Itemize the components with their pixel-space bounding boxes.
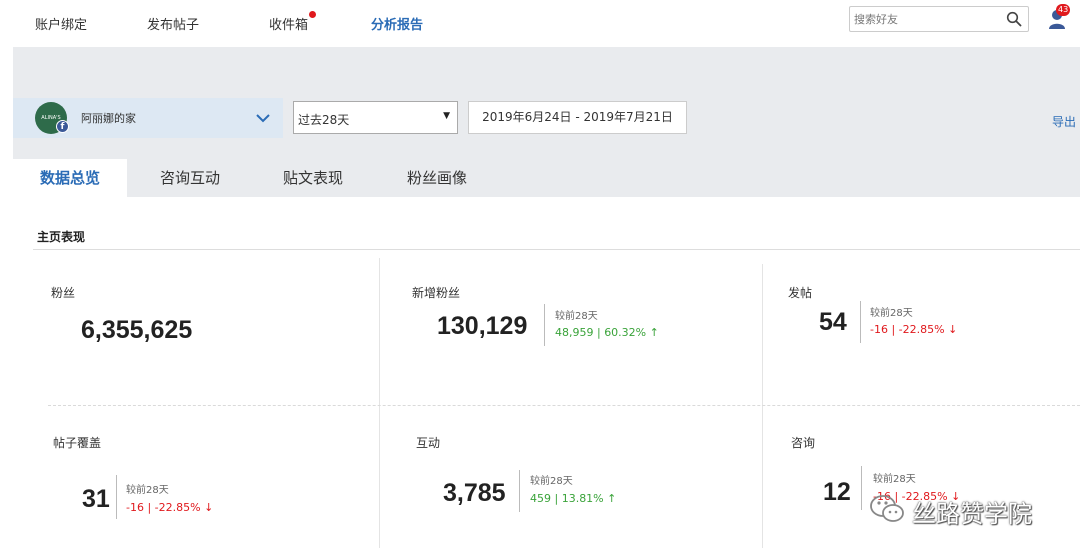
metric-label-fans: 粉丝 [51, 286, 76, 300]
compare-label: 较前28天 [870, 308, 913, 319]
metric-value-reach: 31 [82, 485, 110, 513]
compare-divider [519, 470, 520, 512]
metric-value-fans: 6,355,625 [81, 316, 193, 344]
compare-value-new-fans: 48,959 | 60.32% ↑ [555, 326, 659, 339]
section-title: 主页表现 [37, 230, 86, 244]
compare-divider [861, 466, 862, 510]
tab-post-performance[interactable]: 贴文表现 [263, 159, 363, 197]
compare-value-posts: -16 | -22.85% ↓ [870, 323, 958, 336]
chevron-down-icon[interactable] [255, 110, 271, 126]
compare-label: 较前28天 [126, 485, 169, 496]
period-value: 过去28天 [298, 113, 350, 127]
compare-label: 较前28天 [555, 311, 598, 322]
search-input[interactable] [850, 7, 1000, 31]
metric-label-inquiries: 咨询 [791, 436, 816, 450]
account-selector[interactable]: ALINA'S HOUSE f 阿丽娜的家 [13, 98, 283, 138]
watermark-text: 丝路赞学院 [912, 500, 1032, 528]
section-divider [33, 249, 1080, 250]
dropdown-arrow-icon: ▼ [443, 111, 450, 121]
date-range-picker[interactable]: 2019年6月24日 - 2019年7月21日 [468, 101, 687, 134]
compare-divider [116, 475, 117, 519]
metric-label-engagement: 互动 [416, 436, 441, 450]
tab-data-overview[interactable]: 数据总览 [13, 159, 127, 197]
wechat-icon [870, 495, 904, 522]
grid-divider [762, 264, 763, 548]
compare-divider [860, 301, 861, 343]
metric-value-inquiries: 12 [823, 478, 851, 506]
nav-inbox-label: 收件箱 [269, 18, 309, 33]
compare-divider [544, 304, 545, 346]
facebook-icon: f [56, 120, 69, 133]
search-icon[interactable] [1006, 11, 1022, 27]
account-name: 阿丽娜的家 [81, 112, 136, 125]
nav-analytics-report[interactable]: 分析报告 [371, 14, 423, 33]
period-select[interactable]: 过去28天 ▼ [293, 101, 458, 134]
tab-fan-profile[interactable]: 粉丝画像 [387, 159, 487, 197]
metric-label-reach: 帖子覆盖 [53, 436, 102, 450]
compare-label: 较前28天 [530, 476, 573, 487]
nav-publish-post[interactable]: 发布帖子 [147, 14, 199, 33]
export-link[interactable]: 导出 [1052, 113, 1076, 130]
notification-badge: 43 [1056, 4, 1071, 16]
metric-value-new-fans: 130,129 [437, 312, 528, 340]
nav-account-binding[interactable]: 账户绑定 [35, 14, 87, 33]
friend-search [849, 6, 1029, 32]
tab-inquiry-interaction[interactable]: 咨询互动 [140, 159, 240, 197]
unread-dot [309, 11, 317, 18]
grid-divider [379, 258, 380, 548]
compare-value-reach: -16 | -22.85% ↓ [126, 501, 214, 514]
top-nav: 账户绑定 发布帖子 收件箱 分析报告 43 [0, 0, 1080, 47]
metric-label-posts: 发帖 [788, 286, 813, 300]
nav-inbox[interactable]: 收件箱 [269, 11, 317, 33]
metric-label-new-fans: 新增粉丝 [412, 286, 461, 300]
row-divider [48, 405, 1080, 406]
compare-label: 较前28天 [873, 474, 916, 485]
compare-value-engagement: 459 | 13.81% ↑ [530, 492, 617, 505]
metric-value-posts: 54 [819, 308, 847, 336]
metric-value-engagement: 3,785 [443, 479, 506, 507]
